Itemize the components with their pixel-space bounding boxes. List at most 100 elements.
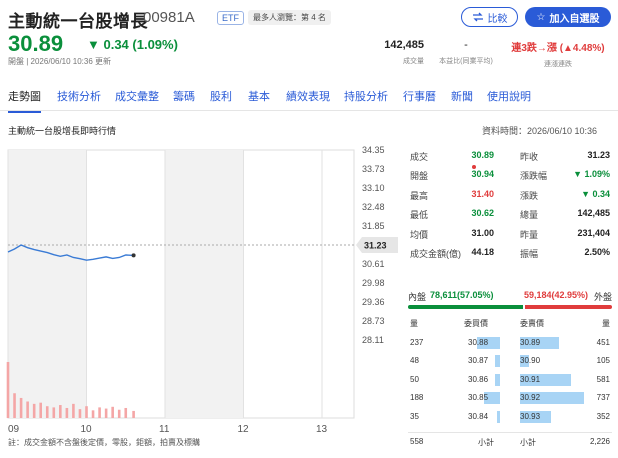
subtotal-label: 小計 — [478, 438, 494, 447]
bid-qty: 35 — [410, 411, 419, 421]
compare-button[interactable]: 比較 — [461, 7, 518, 27]
total-bid: 558 — [410, 437, 424, 446]
ask-price: 30.93 — [520, 411, 541, 421]
tab-trend[interactable]: 走勢圖 — [8, 88, 41, 113]
order-book-row: 35 30.84 30.93 352 — [408, 408, 612, 426]
bid-price: 30.86 — [468, 374, 489, 384]
inner-label: 內盤 — [408, 292, 427, 302]
tab-chips[interactable]: 籌碼 — [173, 88, 195, 104]
volume-bar — [111, 406, 114, 418]
volume-bar — [104, 408, 108, 418]
pbr-label: 本益比(同業平均) — [439, 58, 493, 65]
intraday-chart[interactable]: 09 10 11 12 13 34.35 33.73 33.10 32.48 31.85 31.23… — [0, 140, 400, 440]
y-tick-label: 31.85 — [362, 221, 385, 231]
quote-row: 開盤 30.94 漲跌幅 ▼ 1.09% — [408, 165, 612, 184]
order-book-row: 48 30.87 30.90 105 — [408, 352, 612, 370]
inner-outer-bar — [408, 305, 612, 309]
streak-value: 連3跌→漲 (▲4.48%) — [511, 43, 605, 54]
volume-bar — [117, 409, 121, 418]
bid-qty: 237 — [410, 338, 424, 347]
inner-bar — [408, 305, 524, 309]
volume-bar — [91, 410, 95, 418]
x-tick-label: 12 — [238, 424, 250, 435]
tab-news[interactable]: 新聞 — [451, 88, 473, 104]
quote-row: 成交 30.89 昨收 31.23 — [408, 146, 612, 165]
tab-technical[interactable]: 技術分析 — [57, 88, 101, 104]
shaded-hour — [165, 150, 244, 418]
volume-bar — [124, 407, 128, 418]
y-tick-label: 29.36 — [362, 297, 385, 307]
volume-label: 成交量 — [403, 58, 424, 65]
quote-value: 2.50% — [584, 247, 610, 257]
volume-bar — [19, 397, 23, 418]
order-book-total: 558 小計 小計 2,226 — [408, 432, 612, 450]
price-change: ▼ 0.34 (1.09%) — [87, 37, 178, 52]
shaded-hour — [8, 150, 87, 418]
compare-label: 比較 — [487, 13, 508, 25]
footnote: 註：成交金額不含盤後定價，零股，鉅額，拍賣及標購 — [8, 438, 200, 447]
volume-bar — [65, 407, 69, 418]
quote-value: 31.00 — [471, 227, 494, 238]
y-tick-label: 28.73 — [362, 316, 385, 326]
bid-depth-bar — [495, 373, 500, 386]
quote-label: 漲跌 — [520, 190, 539, 201]
quote-label: 昨量 — [520, 229, 539, 240]
x-tick-label: 13 — [316, 424, 328, 435]
tab-calendar[interactable]: 行事曆 — [403, 88, 436, 104]
inner-value: 78,611(57.05%) — [430, 290, 494, 300]
quote-label: 昨收 — [520, 152, 539, 162]
tab-dividend[interactable]: 股利 — [210, 88, 232, 104]
y-tick-label: 32.48 — [362, 202, 385, 212]
bid-qty: 48 — [410, 356, 419, 366]
quote-label: 最低 — [410, 210, 429, 221]
volume-bar — [78, 409, 82, 418]
volume-bar — [72, 403, 75, 418]
add-watchlist-label: 加入自選股 — [549, 13, 600, 25]
tab-performance[interactable]: 績效表現 — [286, 88, 330, 104]
volume-bar — [98, 407, 101, 418]
quote-value: 31.40 — [471, 188, 494, 199]
quote-value: ▼ 0.34 — [581, 188, 610, 199]
volume-bar — [13, 393, 16, 418]
x-tick-label: 10 — [81, 424, 93, 435]
bid-price: 30.88 — [468, 338, 489, 347]
x-tick-label: 09 — [8, 424, 20, 435]
tab-trades[interactable]: 成交彙整 — [115, 88, 159, 104]
volume-value: 142,485 — [384, 39, 424, 51]
ask-price: 30.89 — [520, 338, 541, 347]
y-tick-label: 33.73 — [362, 164, 385, 174]
tab-basic[interactable]: 基本 — [248, 88, 270, 104]
outer-label: 外盤 — [593, 292, 612, 302]
volume-bar — [39, 402, 43, 418]
ask-qty-header: 量 — [602, 319, 610, 328]
add-watchlist-button[interactable]: ☆ 加入自選股 — [525, 7, 611, 27]
y-tick-label: 33.10 — [362, 183, 385, 193]
tab-help[interactable]: 使用說明 — [487, 88, 531, 104]
volume-bar — [32, 403, 36, 418]
outer-bar — [525, 305, 612, 309]
outer-value: 59,184(42.95%) — [523, 290, 588, 300]
ask-qty: 737 — [596, 393, 610, 403]
market-status: 開盤 | 2026/06/10 10:36 更新 — [8, 57, 112, 66]
current-price: 30.89 — [8, 31, 64, 56]
pbr-stat: - 本益比(同業平均) — [434, 39, 498, 66]
quote-value: 30.89 — [471, 150, 494, 160]
y-tick-label: 28.11 — [362, 335, 384, 345]
tab-holdings[interactable]: 持股分析 — [344, 88, 388, 104]
quote-label: 漲跌幅 — [520, 171, 548, 182]
quote-label: 成交 — [410, 152, 429, 162]
volume-stat: 142,485 成交量 — [370, 39, 424, 66]
star-icon: ☆ — [536, 11, 546, 23]
data-time: 資料時間：2026/06/10 10:36 — [482, 126, 598, 136]
quote-header: 主動統一台股增長 00981A ETF 最多人瀏覽：第 4 名 比較 ☆ 加入自… — [0, 0, 618, 78]
quote-label: 振幅 — [520, 249, 539, 259]
quote-row: 最高 31.40 漲跌 ▼ 0.34 — [408, 185, 612, 204]
quote-row: 成交金額(億) 44.18 振幅 2.50% — [408, 243, 612, 262]
bid-depth-bar — [497, 410, 500, 423]
order-book-row: 188 30.85 30.92 737 — [408, 389, 612, 407]
bid-depth-bar — [495, 355, 500, 368]
ask-qty: 581 — [596, 374, 610, 384]
volume-bar — [132, 410, 135, 418]
quote-label: 均價 — [410, 229, 429, 240]
subtotal-label: 小計 — [520, 438, 536, 447]
